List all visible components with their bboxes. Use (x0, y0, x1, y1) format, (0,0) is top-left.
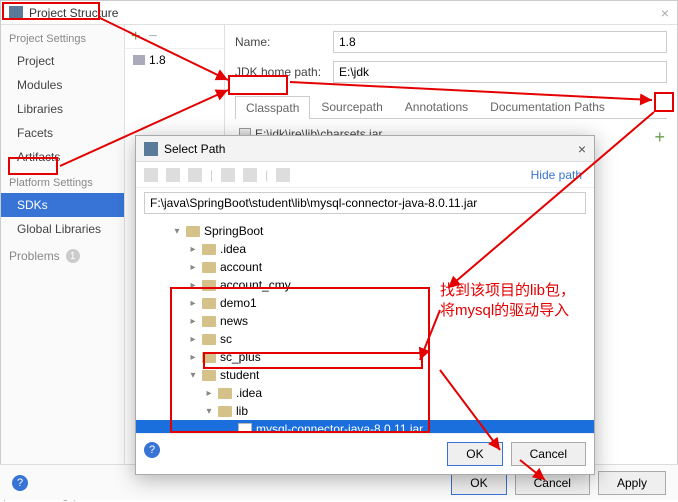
dialog-ok-button[interactable]: OK (447, 442, 502, 466)
dialog-help-icon[interactable]: ? (144, 442, 160, 458)
sdk-toolbar: + − (125, 25, 224, 49)
file-tree: ▾SpringBoot ▸.idea ▸account ▸account_cmy… (136, 218, 594, 433)
delete-icon[interactable] (243, 168, 257, 182)
dialog-icon (144, 142, 158, 156)
dialog-title: Select Path (164, 142, 225, 156)
tree-item[interactable]: ▸sc_plus (136, 348, 594, 366)
help-icon[interactable]: ? (12, 475, 28, 491)
tree-item[interactable]: ▸account_cmy (136, 276, 594, 294)
tab-documentation[interactable]: Documentation Paths (479, 95, 616, 118)
tab-annotations[interactable]: Annotations (394, 95, 479, 118)
tab-sourcepath[interactable]: Sourcepath (310, 95, 393, 118)
project-icon[interactable] (188, 168, 202, 182)
tree-item[interactable]: ▸demo1 (136, 294, 594, 312)
dialog-titlebar: Select Path × (136, 136, 594, 162)
tab-classpath[interactable]: Classpath (235, 96, 310, 119)
section-platform-settings: Platform Settings (1, 169, 124, 193)
sdk-tabs: Classpath Sourcepath Annotations Documen… (235, 95, 667, 119)
sdk-icon (133, 55, 145, 65)
select-path-dialog: Select Path × | | Hide path ▾SpringBoot … (135, 135, 595, 475)
tree-item[interactable]: ▾student (136, 366, 594, 384)
dialog-button-bar: ? OK Cancel (136, 433, 594, 474)
refresh-icon[interactable] (276, 168, 290, 182)
tree-item[interactable]: ▸.idea (136, 384, 594, 402)
add-sdk-icon[interactable]: + (131, 28, 140, 46)
window-close-icon[interactable]: × (661, 5, 669, 21)
tree-item-selected[interactable]: mysql-connector-java-8.0.11.jar (136, 420, 594, 433)
nav-modules[interactable]: Modules (1, 73, 124, 97)
dialog-close-icon[interactable]: × (578, 141, 586, 157)
tree-item[interactable]: ▾SpringBoot (136, 222, 594, 240)
tree-item[interactable]: ▸news (136, 312, 594, 330)
desktop-icon[interactable] (166, 168, 180, 182)
name-label: Name: (235, 35, 325, 49)
problems-count-badge: 1 (66, 249, 80, 263)
tree-item[interactable]: ▸sc (136, 330, 594, 348)
window-title: Project Structure (29, 6, 118, 20)
nav-project[interactable]: Project (1, 49, 124, 73)
main-apply-button[interactable]: Apply (598, 471, 666, 495)
tree-item[interactable]: ▾lib (136, 402, 594, 420)
nav-facets[interactable]: Facets (1, 121, 124, 145)
nav-global-libraries[interactable]: Global Libraries (1, 217, 124, 241)
remove-sdk-icon[interactable]: − (148, 28, 157, 46)
classpath-add-icon[interactable]: + (654, 127, 665, 148)
nav-sdks[interactable]: SDKs (1, 193, 124, 217)
dialog-cancel-button[interactable]: Cancel (511, 442, 586, 466)
left-nav: Project Settings Project Modules Librari… (1, 25, 125, 499)
titlebar: Project Structure × (1, 1, 677, 25)
nav-artifacts[interactable]: Artifacts (1, 145, 124, 169)
nav-problems[interactable]: Problems 1 (1, 241, 124, 267)
name-input[interactable] (333, 31, 667, 53)
section-project-settings: Project Settings (1, 25, 124, 49)
jdk-home-input[interactable] (333, 61, 667, 83)
nav-libraries[interactable]: Libraries (1, 97, 124, 121)
path-input[interactable] (144, 192, 586, 214)
tree-item[interactable]: ▸account (136, 258, 594, 276)
app-icon (9, 6, 23, 20)
home-icon[interactable] (144, 168, 158, 182)
tree-item[interactable]: ▸.idea (136, 240, 594, 258)
hide-path-link[interactable]: Hide path (531, 168, 586, 182)
sdk-item[interactable]: 1.8 (125, 49, 224, 71)
new-folder-icon[interactable] (221, 168, 235, 182)
jdk-home-label: JDK home path: (235, 65, 325, 79)
dialog-toolbar: | | Hide path (136, 162, 594, 188)
